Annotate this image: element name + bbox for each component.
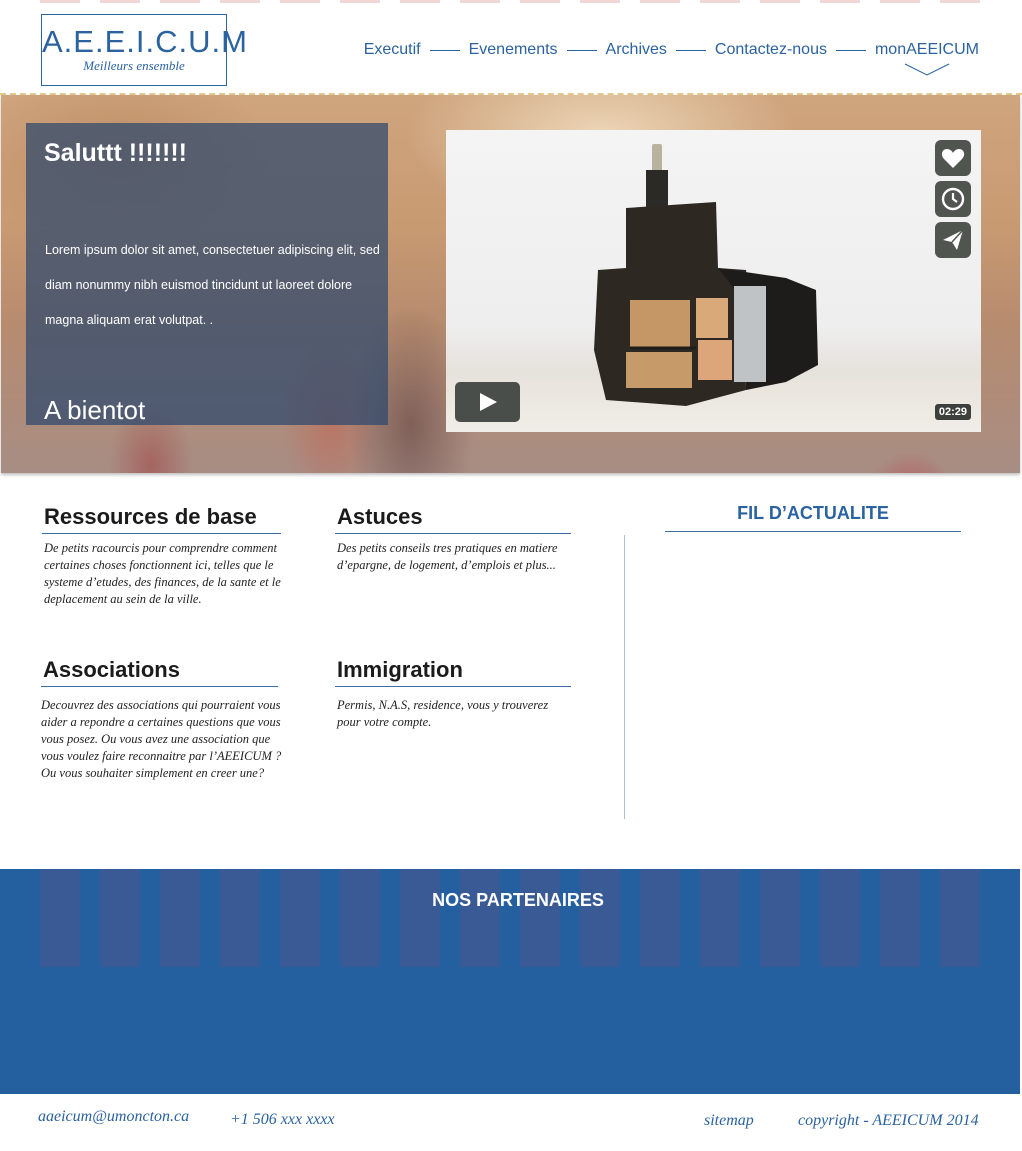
- logo-tagline: Meilleurs ensemble: [83, 58, 185, 73]
- footer-email-link[interactable]: aaeicum@umoncton.ca: [38, 1108, 189, 1126]
- clock-icon: [941, 187, 965, 211]
- hero-banner: Saluttt !!!!!!! Lorem ipsum dolor sit am…: [1, 95, 1020, 473]
- watch-later-button[interactable]: [935, 181, 971, 217]
- hero-message-panel: Saluttt !!!!!!! Lorem ipsum dolor sit am…: [26, 123, 388, 425]
- hero-text: Lorem ipsum dolor sit amet, consectetuer…: [45, 243, 380, 327]
- heart-icon: [941, 149, 965, 168]
- section-title[interactable]: Immigration: [335, 657, 571, 687]
- hero-signoff: A bientot: [44, 395, 146, 425]
- share-button[interactable]: [935, 222, 971, 258]
- section-description: Permis, N.A.S, residence, vous y trouver…: [337, 698, 549, 729]
- nav-item-executif[interactable]: Executif: [364, 41, 421, 59]
- section-title[interactable]: Ressources de base: [42, 504, 281, 534]
- footer-copyright: copyright - AEEICUM 2014: [798, 1112, 979, 1129]
- nav-item-archives[interactable]: Archives: [606, 41, 667, 59]
- partners-decorative-stripes: [40, 869, 980, 967]
- like-button[interactable]: [935, 140, 971, 176]
- partners-section: NOS PARTENAIRES: [0, 869, 1020, 1094]
- main-nav: Executif Evenements Archives Contactez-n…: [364, 41, 979, 76]
- section-description: Decouvrez des associations qui pourraien…: [41, 698, 282, 780]
- nav-separator: [835, 49, 866, 51]
- section-astuces: Astuces Des petits conseils tres pratiqu…: [335, 504, 571, 574]
- section-description: Des petits conseils tres pratiques en ma…: [337, 541, 558, 572]
- nav-item-contactez-nous[interactable]: Contactez-nous: [715, 41, 827, 59]
- section-title[interactable]: Astuces: [335, 504, 571, 534]
- play-button[interactable]: [455, 382, 520, 422]
- section-immigration: Immigration Permis, N.A.S, residence, vo…: [335, 657, 571, 731]
- play-icon: [479, 393, 497, 411]
- video-thumbnail-object: [594, 144, 818, 406]
- nav-separator: [429, 49, 460, 51]
- video-duration: 02:29: [934, 404, 971, 420]
- nav-item-monaeeicum[interactable]: monAEEICUM: [874, 41, 979, 76]
- video-player[interactable]: 02:29: [446, 130, 981, 432]
- column-divider: [624, 535, 625, 819]
- nav-separator: [675, 49, 706, 51]
- footer-sitemap-link[interactable]: sitemap: [704, 1112, 754, 1130]
- section-title[interactable]: Associations: [41, 657, 278, 687]
- nav-item-evenements[interactable]: Evenements: [469, 41, 558, 59]
- chevron-down-icon: [904, 63, 950, 76]
- section-description: De petits racourcis pour comprendre comm…: [44, 541, 281, 606]
- top-decorative-stripes: [40, 0, 980, 3]
- hero-title: Saluttt !!!!!!!: [44, 139, 187, 167]
- section-associations: Associations Decouvrez des associations …: [41, 657, 286, 782]
- send-icon: [943, 229, 964, 250]
- section-ressources: Ressources de base De petits racourcis p…: [42, 504, 281, 608]
- news-feed-title: FIL D’ACTUALITE: [665, 503, 961, 532]
- nav-separator: [566, 49, 597, 51]
- site-logo[interactable]: A.E.E.I.C.U.M Meilleurs ensemble: [41, 14, 248, 86]
- nav-item-monaeeicum-label: monAEEICUM: [874, 41, 979, 58]
- logo-title: A.E.E.I.C.U.M: [42, 24, 248, 59]
- footer-phone: +1 506 xxx xxxx: [230, 1111, 335, 1128]
- partners-title: NOS PARTENAIRES: [432, 890, 604, 910]
